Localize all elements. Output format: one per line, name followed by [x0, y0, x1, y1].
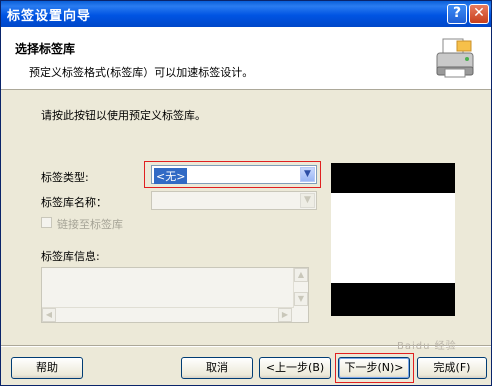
- scroll-right-icon[interactable]: ▶: [278, 308, 292, 322]
- finish-button[interactable]: 完成(F): [417, 357, 487, 379]
- page-subtitle: 预定义标签格式(标签库）可以加速标签设计。: [29, 66, 254, 79]
- vertical-scrollbar[interactable]: ▲ ▼: [293, 268, 308, 308]
- wizard-header: 选择标签库 预定义标签格式(标签库）可以加速标签设计。: [1, 27, 491, 90]
- scroll-down-icon[interactable]: ▼: [294, 292, 308, 306]
- link-library-label: 链接至标签库: [57, 218, 123, 231]
- close-icon[interactable]: ✕: [469, 4, 489, 24]
- page-title: 选择标签库: [15, 42, 76, 56]
- scroll-left-icon[interactable]: ◀: [42, 308, 56, 322]
- cancel-button[interactable]: 取消: [181, 357, 253, 379]
- instruction-text: 请按此按钮以使用预定义标签库。: [41, 109, 206, 122]
- window-title: 标签设置向导: [7, 9, 92, 24]
- right-margin: [492, 0, 500, 388]
- title-bar[interactable]: 标签设置向导 ? ✕: [1, 1, 491, 27]
- label-preview: [331, 163, 455, 316]
- horizontal-scrollbar[interactable]: ◀ ▶: [42, 307, 293, 322]
- label-type-label: 标签类型:: [41, 171, 89, 184]
- library-name-select[interactable]: ▼: [151, 191, 317, 210]
- next-highlight-box: [335, 353, 414, 383]
- back-button[interactable]: <上一步(B): [259, 357, 331, 379]
- library-info-label: 标签库信息:: [41, 250, 100, 263]
- chevron-down-icon[interactable]: ▼: [300, 193, 315, 208]
- watermark: Baidu 经验: [397, 341, 457, 352]
- highlight-box: [144, 161, 321, 188]
- printer-icon: [436, 38, 474, 78]
- library-name-label: 标签库名称：: [41, 196, 107, 209]
- scroll-up-icon[interactable]: ▲: [294, 268, 308, 282]
- wizard-window: 标签设置向导 ? ✕ 选择标签库 预定义标签格式(标签库）可以加速标签设计。 请…: [0, 0, 492, 386]
- help-button[interactable]: 帮助: [11, 357, 83, 379]
- label-preview-paper: [331, 193, 455, 283]
- library-info-box[interactable]: ▲ ▼ ◀ ▶: [41, 267, 309, 323]
- help-icon[interactable]: ?: [447, 4, 467, 24]
- link-library-checkbox[interactable]: [41, 217, 52, 228]
